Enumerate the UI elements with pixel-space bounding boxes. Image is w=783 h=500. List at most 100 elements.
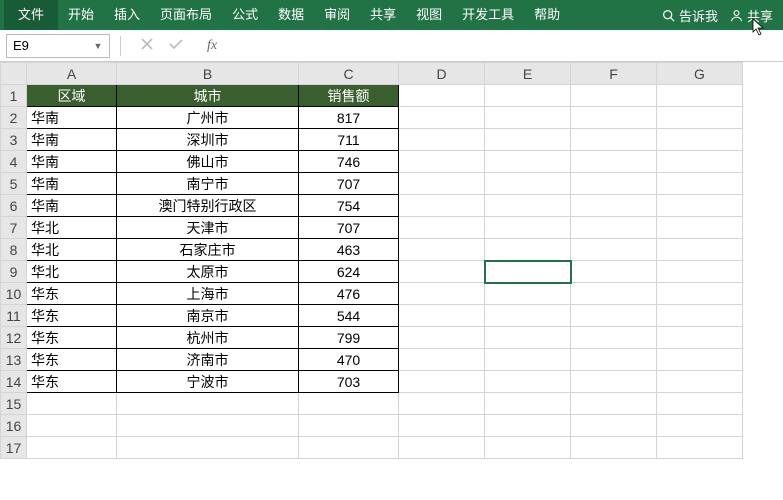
cell[interactable] [657, 85, 743, 107]
cell[interactable] [571, 85, 657, 107]
row-header[interactable]: 1 [1, 85, 27, 107]
cell[interactable] [657, 129, 743, 151]
row-header[interactable]: 16 [1, 415, 27, 437]
column-header[interactable]: C [299, 63, 399, 85]
name-box[interactable] [7, 35, 89, 57]
column-header[interactable]: A [27, 63, 117, 85]
column-header[interactable]: F [571, 63, 657, 85]
cell[interactable] [399, 173, 485, 195]
name-box-dropdown[interactable]: ▼ [89, 41, 107, 51]
cell[interactable] [657, 239, 743, 261]
cell[interactable]: 746 [299, 151, 399, 173]
cell[interactable]: 463 [299, 239, 399, 261]
cell[interactable]: 799 [299, 327, 399, 349]
cell[interactable]: 佛山市 [117, 151, 299, 173]
cancel-formula-button[interactable] [141, 38, 153, 53]
select-all-corner[interactable] [1, 63, 27, 85]
cell[interactable] [571, 239, 657, 261]
cell[interactable] [399, 305, 485, 327]
cell[interactable] [399, 415, 485, 437]
cell[interactable] [399, 437, 485, 459]
row-header[interactable]: 15 [1, 393, 27, 415]
ribbon-tab-file[interactable]: 文件 [4, 0, 58, 30]
cell[interactable]: 707 [299, 173, 399, 195]
cell[interactable]: 华东 [27, 327, 117, 349]
ribbon-tab[interactable]: 帮助 [524, 0, 570, 30]
cell[interactable] [571, 261, 657, 283]
cell[interactable] [399, 217, 485, 239]
cell[interactable] [571, 151, 657, 173]
cell[interactable] [657, 371, 743, 393]
cell[interactable] [571, 217, 657, 239]
cell[interactable]: 817 [299, 107, 399, 129]
cell[interactable] [117, 437, 299, 459]
row-header[interactable]: 4 [1, 151, 27, 173]
cell[interactable]: 703 [299, 371, 399, 393]
cell[interactable]: 南京市 [117, 305, 299, 327]
row-header[interactable]: 11 [1, 305, 27, 327]
cell[interactable]: 470 [299, 349, 399, 371]
cell[interactable]: 711 [299, 129, 399, 151]
row-header[interactable]: 10 [1, 283, 27, 305]
cell[interactable]: 华南 [27, 107, 117, 129]
cell[interactable] [485, 283, 571, 305]
row-header[interactable]: 14 [1, 371, 27, 393]
cell[interactable]: 华北 [27, 217, 117, 239]
column-header[interactable]: B [117, 63, 299, 85]
fx-button[interactable]: fx [199, 38, 217, 54]
ribbon-tab[interactable]: 视图 [406, 0, 452, 30]
cell[interactable]: 深圳市 [117, 129, 299, 151]
cell[interactable] [399, 393, 485, 415]
cell[interactable] [399, 349, 485, 371]
column-header[interactable]: E [485, 63, 571, 85]
cell[interactable]: 区域 [27, 85, 117, 107]
cell[interactable]: 石家庄市 [117, 239, 299, 261]
cell[interactable] [299, 415, 399, 437]
cell[interactable] [399, 261, 485, 283]
cell[interactable]: 济南市 [117, 349, 299, 371]
row-header[interactable]: 8 [1, 239, 27, 261]
row-header[interactable]: 2 [1, 107, 27, 129]
cell[interactable] [117, 415, 299, 437]
ribbon-tab[interactable]: 开发工具 [452, 0, 524, 30]
cell[interactable] [485, 437, 571, 459]
cell[interactable] [571, 349, 657, 371]
cell[interactable] [485, 107, 571, 129]
cell[interactable] [485, 327, 571, 349]
cell[interactable] [571, 327, 657, 349]
cell[interactable] [117, 393, 299, 415]
cell[interactable] [485, 129, 571, 151]
cell[interactable]: 华东 [27, 283, 117, 305]
row-header[interactable]: 5 [1, 173, 27, 195]
cell[interactable] [485, 217, 571, 239]
cell[interactable] [657, 437, 743, 459]
cell[interactable]: 华南 [27, 173, 117, 195]
spreadsheet-area[interactable]: ABCDEFG1区域城市销售额2华南广州市8173华南深圳市7114华南佛山市7… [0, 62, 783, 500]
cell[interactable] [657, 327, 743, 349]
enter-formula-button[interactable] [169, 38, 183, 53]
cell[interactable] [399, 151, 485, 173]
cell[interactable]: 销售额 [299, 85, 399, 107]
row-header[interactable]: 7 [1, 217, 27, 239]
cell[interactable] [657, 261, 743, 283]
cell[interactable] [485, 151, 571, 173]
ribbon-tab[interactable]: 审阅 [314, 0, 360, 30]
row-header[interactable]: 6 [1, 195, 27, 217]
cell[interactable]: 南宁市 [117, 173, 299, 195]
tell-me-search[interactable]: 告诉我 [656, 0, 724, 30]
cell[interactable] [657, 415, 743, 437]
cell[interactable] [657, 349, 743, 371]
cell[interactable] [399, 195, 485, 217]
cell[interactable] [399, 107, 485, 129]
cell[interactable] [657, 305, 743, 327]
cell[interactable]: 华北 [27, 239, 117, 261]
cell[interactable] [571, 437, 657, 459]
cell[interactable]: 624 [299, 261, 399, 283]
cell[interactable] [571, 195, 657, 217]
cell[interactable]: 华东 [27, 371, 117, 393]
cell[interactable] [399, 327, 485, 349]
cell[interactable] [485, 195, 571, 217]
row-header[interactable]: 9 [1, 261, 27, 283]
row-header[interactable]: 3 [1, 129, 27, 151]
cell[interactable] [657, 107, 743, 129]
